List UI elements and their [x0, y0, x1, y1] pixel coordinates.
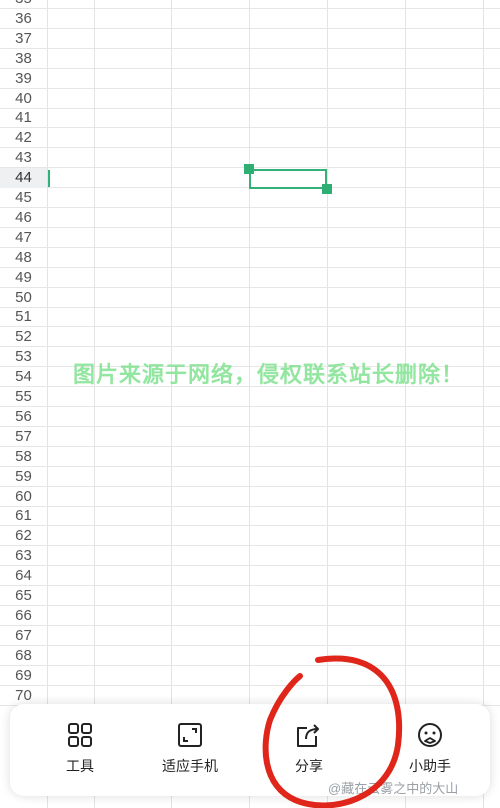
row-number[interactable]: 49: [0, 268, 47, 288]
row-number[interactable]: 40: [0, 89, 47, 109]
sheet-row[interactable]: 36: [0, 9, 500, 29]
assistant-label: 小助手: [409, 758, 451, 774]
sheet-row[interactable]: 70: [0, 686, 500, 706]
sheet-row[interactable]: 67: [0, 626, 500, 646]
sheet-row[interactable]: 69: [0, 666, 500, 686]
row-number[interactable]: 59: [0, 467, 47, 487]
row-number[interactable]: 56: [0, 407, 47, 427]
row-number[interactable]: 62: [0, 526, 47, 546]
row-number[interactable]: 70: [0, 686, 47, 706]
row-number[interactable]: 41: [0, 108, 47, 128]
sheet-row[interactable]: 59: [0, 467, 500, 487]
row-number[interactable]: 46: [0, 208, 47, 228]
sheet-row[interactable]: 60: [0, 487, 500, 507]
sheet-row[interactable]: 68: [0, 646, 500, 666]
row-number[interactable]: 39: [0, 69, 47, 89]
row-number[interactable]: 38: [0, 49, 47, 69]
row-number[interactable]: 65: [0, 586, 47, 606]
tools-label: 工具: [66, 758, 94, 774]
selection-handle-bottom-right[interactable]: [322, 184, 332, 194]
row-number[interactable]: 52: [0, 327, 47, 347]
share-label: 分享: [295, 758, 323, 774]
row-number[interactable]: 55: [0, 387, 47, 407]
row-number[interactable]: 57: [0, 427, 47, 447]
row-number[interactable]: 58: [0, 447, 47, 467]
row-number[interactable]: 66: [0, 606, 47, 626]
fit-screen-icon: [178, 723, 202, 747]
row-number[interactable]: 67: [0, 626, 47, 646]
row-number[interactable]: 44: [0, 168, 47, 189]
fit-phone-label: 适应手机: [162, 758, 218, 774]
row-number[interactable]: 69: [0, 666, 47, 686]
sheet-row[interactable]: 41: [0, 108, 500, 129]
row-number[interactable]: 47: [0, 228, 47, 248]
sheet-row[interactable]: 35: [0, 0, 500, 9]
sheet-row[interactable]: 62: [0, 526, 500, 547]
selection-handle-top-left[interactable]: [244, 164, 254, 174]
sheet-row[interactable]: 58: [0, 447, 500, 467]
sheet-row[interactable]: 47: [0, 228, 500, 248]
row-number[interactable]: 42: [0, 128, 47, 148]
sheet-row[interactable]: 38: [0, 49, 500, 69]
sheet-row[interactable]: 40: [0, 89, 500, 109]
row-number[interactable]: 43: [0, 148, 47, 168]
row-number[interactable]: 54: [0, 367, 47, 387]
sheet-row[interactable]: 50: [0, 288, 500, 308]
watermark-text: 图片来源于网络，侵权联系站长删除！: [73, 362, 465, 387]
active-row-marker: [48, 170, 50, 188]
row-number[interactable]: 51: [0, 307, 47, 327]
fit-phone-button[interactable]: 适应手机: [140, 720, 240, 782]
row-number[interactable]: 68: [0, 646, 47, 666]
row-number[interactable]: 36: [0, 9, 47, 29]
sheet-row[interactable]: 55: [0, 387, 500, 407]
sheet-row[interactable]: 48: [0, 248, 500, 268]
sheet-row[interactable]: 51: [0, 307, 500, 328]
row-number[interactable]: 37: [0, 29, 47, 49]
row-number[interactable]: 60: [0, 487, 47, 507]
sheet-row[interactable]: 57: [0, 427, 500, 447]
row-number[interactable]: 50: [0, 288, 47, 308]
row-number[interactable]: 64: [0, 566, 47, 586]
share-icon: [297, 724, 319, 747]
sheet-row[interactable]: 52: [0, 327, 500, 348]
assistant-icon: [418, 723, 442, 747]
row-number[interactable]: 53: [0, 347, 47, 367]
spreadsheet-grid[interactable]: 3536373839404142434445464748495051525354…: [0, 0, 500, 808]
sheet-row[interactable]: 39: [0, 69, 500, 89]
sheet-row[interactable]: 61: [0, 506, 500, 527]
row-number[interactable]: 35: [0, 0, 47, 9]
sheet-row[interactable]: 56: [0, 407, 500, 427]
row-number[interactable]: 61: [0, 506, 47, 526]
share-button[interactable]: 分享: [259, 720, 359, 782]
sheet-row[interactable]: 65: [0, 586, 500, 606]
sheet-row[interactable]: 64: [0, 566, 500, 587]
sheet-row[interactable]: 37: [0, 29, 500, 49]
sheet-row[interactable]: 63: [0, 546, 500, 567]
sheet-row[interactable]: 45: [0, 188, 500, 208]
author-credit: @藏在云雾之中的大山: [328, 781, 459, 796]
sheet-row[interactable]: 66: [0, 606, 500, 626]
row-number[interactable]: 48: [0, 248, 47, 268]
sheet-row[interactable]: 49: [0, 268, 500, 288]
tools-button[interactable]: 工具: [30, 720, 130, 782]
assistant-button[interactable]: 小助手: [380, 720, 480, 782]
cell-selection[interactable]: [249, 169, 327, 189]
sheet-row[interactable]: 42: [0, 128, 500, 149]
row-number[interactable]: 45: [0, 188, 47, 208]
apps-grid-icon: [68, 723, 92, 747]
sheet-row[interactable]: 46: [0, 208, 500, 228]
row-number[interactable]: 63: [0, 546, 47, 566]
